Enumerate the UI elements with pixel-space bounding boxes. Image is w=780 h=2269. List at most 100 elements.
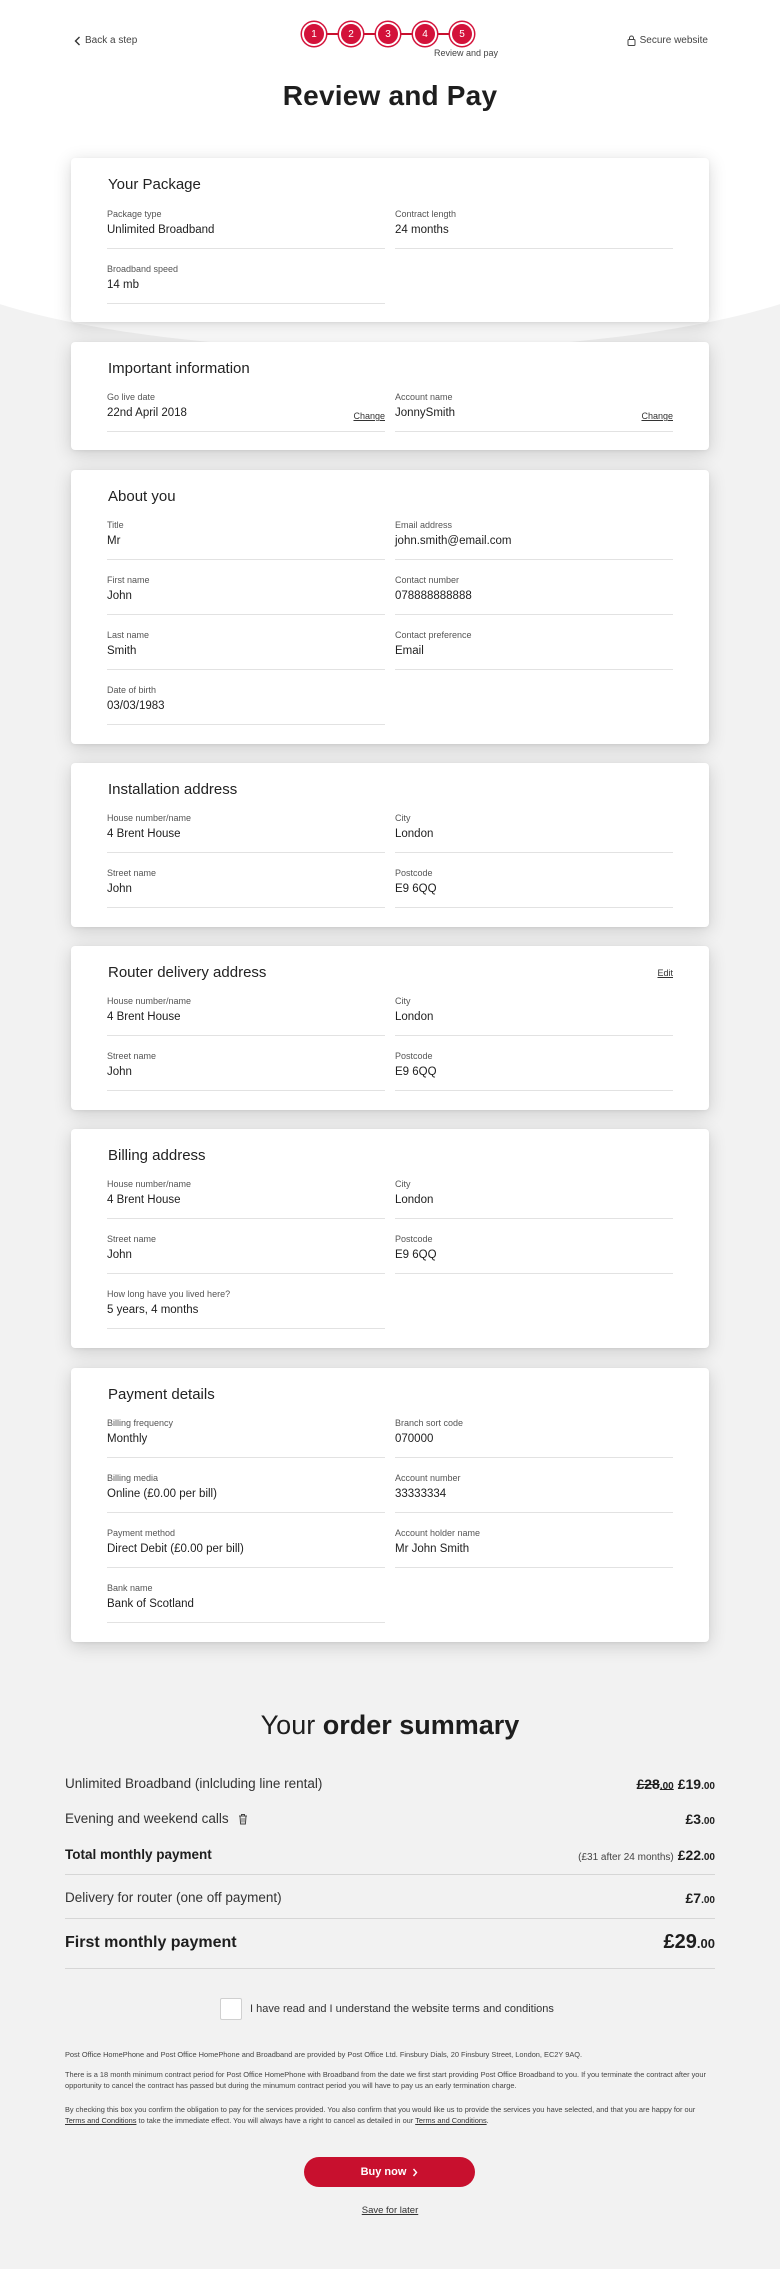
terms-checkbox-label: I have read and I understand the website… <box>250 2003 554 2015</box>
field-value: Mr <box>107 535 121 547</box>
buy-now-button[interactable]: Buy now <box>304 2157 475 2187</box>
title-field: Title Mr <box>107 520 385 560</box>
installation-street-field: Street name John <box>107 868 385 908</box>
router-house-field: House number/name 4 Brent House <box>107 996 385 1036</box>
billing-city-field: City London <box>395 1179 673 1219</box>
field-label: Contact number <box>395 575 460 585</box>
package-type-field: Package type Unlimited Broadband <box>107 209 385 249</box>
package-card-title: Your Package <box>108 176 201 193</box>
step-1[interactable]: 1 <box>302 22 326 46</box>
first-name-field: First name John <box>107 575 385 615</box>
field-label: Account number <box>395 1473 461 1483</box>
contact-number-field: Contact number 078888888888 <box>395 575 673 615</box>
field-value: 4 Brent House <box>107 828 181 840</box>
field-value: London <box>395 1194 434 1206</box>
field-label: How long have you lived here? <box>107 1289 231 1299</box>
field-value: Smith <box>107 645 137 657</box>
field-value: Online (£0.00 per bill) <box>107 1488 217 1500</box>
field-value: JonnySmith <box>395 407 456 419</box>
terms-and-conditions-link[interactable]: Terms and Conditions <box>415 2116 486 2125</box>
summary-divider <box>65 1918 715 1919</box>
back-link[interactable]: Back a step <box>74 35 137 46</box>
terms-and-conditions-link[interactable]: Terms and Conditions <box>65 2116 136 2125</box>
field-label: Billing frequency <box>107 1418 174 1428</box>
field-label: First name <box>107 575 150 585</box>
field-label: Postcode <box>395 1234 433 1244</box>
last-name-field: Last name Smith <box>107 630 385 670</box>
field-value: E9 6QQ <box>395 1066 437 1078</box>
field-label: Street name <box>107 1234 157 1244</box>
change-account-name-link[interactable]: Change <box>641 411 673 421</box>
billing-address-card: Billing address House number/name 4 Bren… <box>71 1129 709 1348</box>
field-label: Street name <box>107 1051 157 1061</box>
step-5[interactable]: 5 <box>450 22 474 46</box>
step-3[interactable]: 3 <box>376 22 400 46</box>
legal-paragraph-provider: Post Office HomePhone and Post Office Ho… <box>65 2050 583 2059</box>
sort-code-field: Branch sort code 070000 <box>395 1418 673 1458</box>
legal-paragraph-confirmation: By checking this box you confirm the obl… <box>65 2104 715 2126</box>
about-you-card: About you Title Mr Email address john.sm… <box>71 470 709 744</box>
field-label: Package type <box>107 209 162 219</box>
first-monthly-pence: .00 <box>696 1936 715 1951</box>
package-card: Your Package Package type Unlimited Broa… <box>71 158 709 322</box>
calls-price-pounds: £3 <box>685 1811 702 1827</box>
installation-city-field: City London <box>395 813 673 853</box>
field-value: John <box>107 883 132 895</box>
summary-row-price: £7.00 <box>686 1890 715 1906</box>
review-and-pay-page: Back a step 1 2 3 4 5 Review and pay Sec… <box>0 0 780 2269</box>
billing-address-card-title: Billing address <box>108 1147 206 1164</box>
account-number-field: Account number 33333334 <box>395 1473 673 1513</box>
summary-title-prefix: Your <box>260 1710 316 1740</box>
page-title: Review and Pay <box>282 80 498 111</box>
step-4[interactable]: 4 <box>413 22 437 46</box>
legal-text: By checking this box you confirm the obl… <box>65 2105 696 2114</box>
field-value: 4 Brent House <box>107 1194 181 1206</box>
billing-street-field: Street name John <box>107 1234 385 1274</box>
calls-price-pence: .00 <box>701 1816 715 1827</box>
summary-divider <box>65 1968 715 1969</box>
step-2[interactable]: 2 <box>339 22 363 46</box>
field-label: Contract length <box>395 209 457 219</box>
field-value: john.smith@email.com <box>395 535 512 547</box>
trash-icon[interactable] <box>238 1813 248 1825</box>
back-link-label: Back a step <box>85 35 138 46</box>
save-for-later-row: Save for later <box>0 2205 780 2216</box>
calls-label: Evening and weekend calls <box>65 1811 229 1826</box>
delivery-price-pence: .00 <box>701 1895 715 1906</box>
edit-router-address-link[interactable]: Edit <box>657 968 673 978</box>
terms-checkbox[interactable] <box>220 1998 242 2020</box>
field-label: Contact preference <box>395 630 472 640</box>
field-value: 03/03/1983 <box>107 700 165 712</box>
field-value: 14 mb <box>107 279 139 291</box>
field-label: Title <box>107 520 124 530</box>
about-you-card-title: About you <box>108 488 176 505</box>
field-value: Mr John Smith <box>395 1543 470 1555</box>
go-live-date-field: Go live date 22nd April 2018 Change <box>107 392 385 432</box>
contract-length-field: Contract length 24 months <box>395 209 673 249</box>
total-monthly-pounds: £22 <box>677 1847 702 1863</box>
field-value: John <box>107 590 132 602</box>
save-for-later-link[interactable]: Save for later <box>362 2205 419 2216</box>
change-go-live-date-link[interactable]: Change <box>353 411 385 421</box>
field-label: House number/name <box>107 1179 192 1189</box>
field-value: E9 6QQ <box>395 883 437 895</box>
delivery-price-pounds: £7 <box>685 1890 702 1906</box>
date-of-birth-field: Date of birth 03/03/1983 <box>107 685 385 725</box>
after-contract-note: (£31 after 24 months) <box>578 1852 674 1863</box>
new-price-pence: .00 <box>701 1781 715 1792</box>
router-street-field: Street name John <box>107 1051 385 1091</box>
router-delivery-card-title: Router delivery address <box>108 964 267 981</box>
legal-text: to take the immediate effect. You will a… <box>136 2116 416 2125</box>
field-value: Bank of Scotland <box>107 1598 194 1610</box>
contact-preference-field: Contact preference Email <box>395 630 673 670</box>
field-value: John <box>107 1249 132 1261</box>
field-label: Branch sort code <box>395 1418 464 1428</box>
field-value: 078888888888 <box>395 590 472 602</box>
first-monthly-pounds: £29 <box>663 1931 697 1953</box>
old-price: £28.00 <box>636 1776 673 1792</box>
billing-frequency-field: Billing frequency Monthly <box>107 1418 385 1458</box>
field-label: Go live date <box>107 392 156 402</box>
field-value: 070000 <box>395 1433 434 1445</box>
step-caption: Review and pay <box>434 48 499 58</box>
payment-details-card: Payment details Billing frequency Monthl… <box>71 1368 709 1642</box>
